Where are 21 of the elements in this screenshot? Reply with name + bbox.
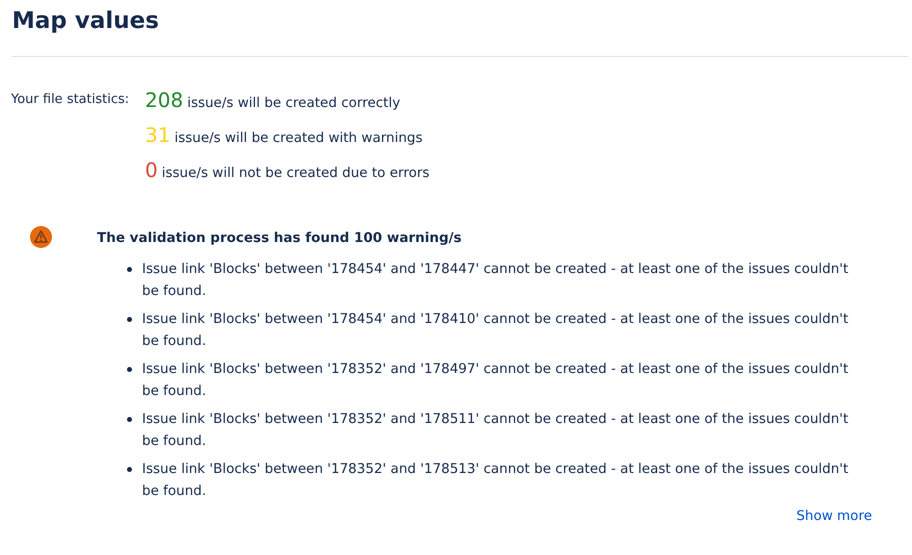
warnings-heading: The validation process has found 100 warning/s bbox=[97, 229, 463, 248]
statistic-text: issue/s will be created with warnings bbox=[174, 129, 422, 148]
issue-count: 208 bbox=[145, 87, 184, 114]
bullet-icon bbox=[127, 267, 132, 272]
bullet-icon bbox=[127, 467, 132, 472]
issue-count: 0 bbox=[145, 157, 158, 184]
warning-text: Issue link 'Blocks' between '178352' and '178513' cannot be created - at least one of the issues couldn't be found. bbox=[142, 460, 850, 501]
statistics-label: Your file statistics: bbox=[11, 91, 130, 109]
statistic-text: issue/s will be created correctly bbox=[187, 94, 400, 113]
bullet-icon bbox=[127, 367, 132, 372]
bullet-icon bbox=[127, 417, 132, 422]
warning-text: Issue link 'Blocks' between '178454' and '178410' cannot be created - at least one of the issues couldn't be found. bbox=[142, 310, 850, 351]
warning-text: Issue link 'Blocks' between '178454' and '178447' cannot be created - at least one of the issues couldn't be found. bbox=[142, 260, 850, 301]
bullet-icon bbox=[127, 317, 132, 322]
warning-text: Issue link 'Blocks' between '178352' and '178511' cannot be created - at least one of the issues couldn't be found. bbox=[142, 410, 850, 451]
show-more-link[interactable]: Show more bbox=[796, 508, 872, 524]
issue-count: 31 bbox=[145, 122, 170, 149]
warning-text: Issue link 'Blocks' between '178352' and '178497' cannot be created - at least one of the issues couldn't be found. bbox=[142, 360, 850, 401]
warning-icon bbox=[30, 226, 52, 248]
statistic-text: issue/s will not be created due to errors bbox=[162, 164, 430, 183]
page-title: Map values bbox=[12, 7, 160, 36]
